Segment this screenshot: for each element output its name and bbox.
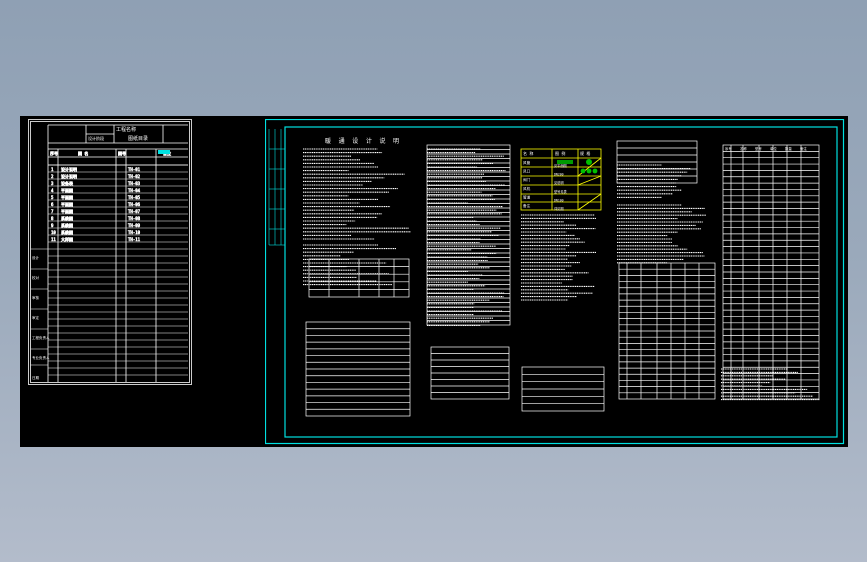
legend-header-symbol: 图 例 <box>555 150 565 156</box>
notes-list-a <box>426 144 511 326</box>
index-title-label-b: 设计阶段 <box>88 135 104 141</box>
design-notes-sheet: 暖 通 设 计 说 明 名 称 图 例 规 格 风管见平面图风口DN200阀门见… <box>265 119 845 445</box>
index-side-label: 专业负责人 <box>32 355 50 360</box>
drawing-index-sheet: 1 设计说明 TH-01 2 设计说明 TH-02 3 设备表 TH-03 4 平面图 TH-04 5 平… <box>28 119 192 385</box>
index-row-number: 10 <box>51 230 56 235</box>
index-row-code: TH-04 <box>128 188 141 193</box>
notes-box-c <box>616 140 698 184</box>
index-row-number: 1 <box>51 167 54 172</box>
cyan-marker <box>158 150 170 154</box>
equipment-header: 名称 <box>740 146 747 151</box>
legend-row-name: 备注 <box>523 203 531 208</box>
index-row-name: 系统图 <box>61 215 73 221</box>
equipment-header: 序号 <box>725 146 732 151</box>
index-side-label: 设计 <box>32 255 39 260</box>
notes-title: 暖 通 设 计 说 明 <box>325 137 401 145</box>
index-side-label: 审定 <box>32 315 39 320</box>
index-row-name: 平面图 <box>61 187 73 193</box>
index-heading: 图纸目录 <box>128 135 148 142</box>
legend-row-spec: 见说明 <box>554 180 564 185</box>
legend-row-name: 风机 <box>523 186 531 191</box>
index-row-number: 9 <box>51 223 54 228</box>
index-column-header: 序号 <box>50 150 58 156</box>
equipment-header: 备注 <box>800 146 807 151</box>
index-row-code: TH-02 <box>128 174 141 179</box>
notes-box-a <box>305 321 411 417</box>
cad-drawing-viewport[interactable]: 1 设计说明 TH-01 2 设计说明 TH-02 3 设备表 TH-03 4 平面图 TH-04 5 平… <box>20 116 848 447</box>
index-row-name: 平面图 <box>61 208 73 214</box>
equipment-header: 数量 <box>785 146 792 151</box>
index-column-header: 图 名 <box>78 150 88 156</box>
index-row-name: 系统图 <box>61 222 73 228</box>
index-row-number: 4 <box>51 188 54 193</box>
legend-table: 名 称 图 例 规 格 风管见平面图风口 DN200 阀门见说明风机型号见表管道 DN… <box>520 148 602 211</box>
legend-row-spec: DN100 <box>554 198 564 202</box>
index-row-code: TH-08 <box>128 216 141 221</box>
legend-row-name: 管道 <box>523 194 531 199</box>
index-title-label-a: 工程名称 <box>116 126 136 133</box>
index-row-code: TH-03 <box>128 181 141 186</box>
legend-row-spec: 详见图 <box>554 206 564 211</box>
index-row-code: TH-10 <box>128 230 141 235</box>
index-side-label: 日期 <box>32 375 39 380</box>
parameter-table <box>308 258 410 298</box>
index-row-name: 平面图 <box>61 201 73 207</box>
index-row-number: 2 <box>51 174 54 179</box>
legend-row-spec: DN200 <box>554 173 564 177</box>
index-row-number: 11 <box>51 237 56 242</box>
legend-header-name: 名 称 <box>523 150 533 156</box>
index-row-code: TH-05 <box>128 195 141 200</box>
legend-row-name: 风管 <box>523 160 531 165</box>
notes-box-b <box>521 366 605 412</box>
notes-list-b <box>430 346 510 400</box>
equipment-table-b <box>722 144 820 400</box>
legend-row-spec: 见平面图 <box>554 164 567 168</box>
legend-header-spec: 规 格 <box>580 150 590 156</box>
equipment-header: 单位 <box>770 146 777 151</box>
index-row-code: TH-01 <box>128 167 141 172</box>
legend-row-name: 风口 <box>523 170 531 174</box>
index-row-name: 设备表 <box>61 180 73 186</box>
index-row-number: 8 <box>51 216 54 221</box>
index-side-label: 审核 <box>32 295 39 300</box>
equipment-table-a <box>618 262 716 400</box>
index-row-name: 平面图 <box>61 194 73 200</box>
legend-row-name: 阀门 <box>523 177 531 182</box>
index-row-code: TH-11 <box>128 237 141 242</box>
index-row-name: 设计说明 <box>61 173 77 179</box>
index-row-name: 设计说明 <box>61 166 77 172</box>
index-column-header: 图号 <box>118 150 126 156</box>
index-row-code: TH-07 <box>128 209 141 214</box>
equipment-header: 型号 <box>755 146 762 151</box>
index-row-name: 大样图 <box>61 236 73 242</box>
index-row-number: 7 <box>51 209 54 214</box>
index-row-code: TH-09 <box>128 223 141 228</box>
index-row-name: 系统图 <box>61 229 73 235</box>
index-row-number: 6 <box>51 202 54 207</box>
index-side-label: 工程负责人 <box>32 335 50 340</box>
index-side-label: 校对 <box>32 275 39 280</box>
legend-row-spec: 型号见表 <box>554 189 568 194</box>
index-row-number: 3 <box>51 181 54 186</box>
index-row-number: 5 <box>51 195 54 200</box>
index-row-code: TH-06 <box>128 202 141 207</box>
